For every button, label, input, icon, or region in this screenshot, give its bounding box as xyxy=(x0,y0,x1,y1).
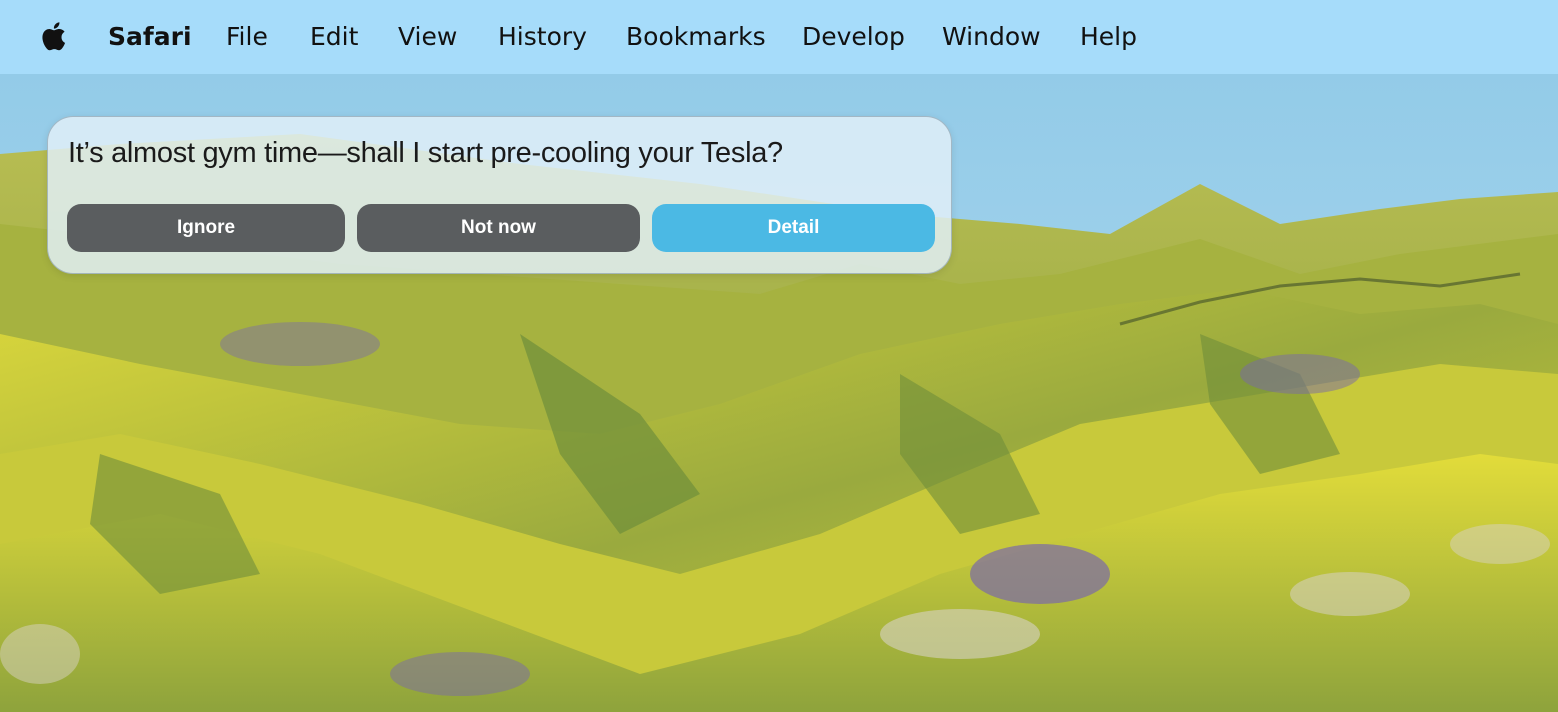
notification-banner: It’s almost gym time—shall I start pre-c… xyxy=(47,116,952,274)
ignore-button[interactable]: Ignore xyxy=(67,204,345,252)
menu-view[interactable]: View xyxy=(398,0,457,74)
menu-help[interactable]: Help xyxy=(1080,0,1137,74)
menu-history[interactable]: History xyxy=(498,0,587,74)
menu-app-safari[interactable]: Safari xyxy=(108,0,192,74)
notification-message: It’s almost gym time—shall I start pre-c… xyxy=(68,137,783,169)
desktop-screen: Safari File Edit View History Bookmarks … xyxy=(0,0,1558,712)
menu-file[interactable]: File xyxy=(226,0,268,74)
menu-bar: Safari File Edit View History Bookmarks … xyxy=(0,0,1558,74)
menu-window[interactable]: Window xyxy=(942,0,1041,74)
not-now-button[interactable]: Not now xyxy=(357,204,640,252)
menu-edit[interactable]: Edit xyxy=(310,0,358,74)
menu-develop[interactable]: Develop xyxy=(802,0,905,74)
apple-logo-icon[interactable] xyxy=(38,18,72,54)
detail-button[interactable]: Detail xyxy=(652,204,935,252)
menu-bookmarks[interactable]: Bookmarks xyxy=(626,0,766,74)
